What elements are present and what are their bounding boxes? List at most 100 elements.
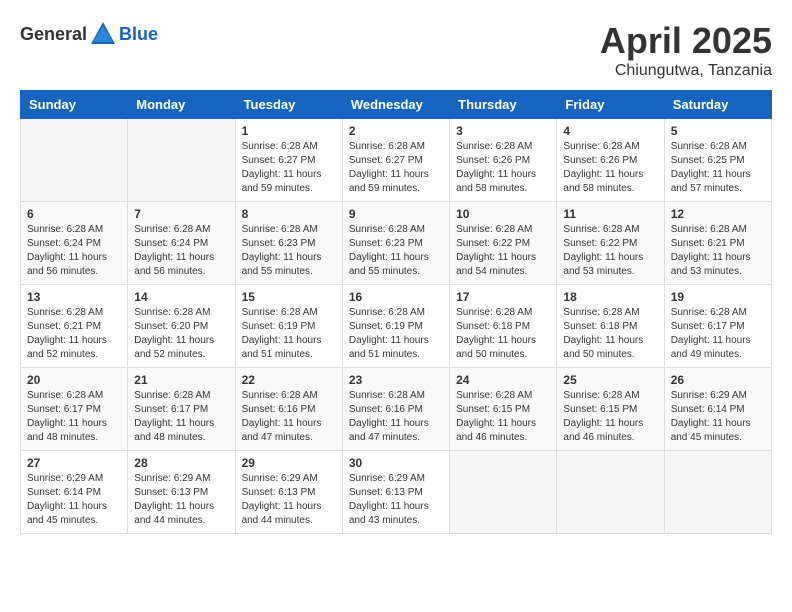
table-row: 11 Sunrise: 6:28 AM Sunset: 6:22 PM Dayli… — [557, 202, 664, 285]
day-info: Sunrise: 6:28 AM Sunset: 6:23 PM Dayligh… — [349, 223, 443, 279]
header-friday: Friday — [557, 91, 664, 119]
day-info: Sunrise: 6:28 AM Sunset: 6:18 PM Dayligh… — [563, 306, 657, 362]
day-number: 13 — [27, 290, 121, 304]
day-info: Sunrise: 6:28 AM Sunset: 6:17 PM Dayligh… — [671, 306, 765, 362]
week-row-1: 6 Sunrise: 6:28 AM Sunset: 6:24 PM Daylig… — [21, 202, 772, 285]
table-row: 16 Sunrise: 6:28 AM Sunset: 6:19 PM Dayli… — [342, 285, 449, 368]
week-row-0: 1Sunrise: 6:28 AM Sunset: 6:27 PM Daylig… — [21, 119, 772, 202]
day-info: Sunrise: 6:29 AM Sunset: 6:14 PM Dayligh… — [27, 472, 121, 528]
table-row — [128, 119, 235, 202]
table-row: 28Sunrise: 6:29 AM Sunset: 6:13 PM Dayli… — [128, 451, 235, 534]
day-number: 15 — [242, 290, 336, 304]
table-row — [664, 451, 771, 534]
table-row — [21, 119, 128, 202]
table-row: 17 Sunrise: 6:28 AM Sunset: 6:18 PM Dayli… — [450, 285, 557, 368]
day-number: 17 — [456, 290, 550, 304]
day-number: 29 — [242, 456, 336, 470]
day-number: 4 — [563, 124, 657, 138]
table-row: 21Sunrise: 6:28 AM Sunset: 6:17 PM Dayli… — [128, 368, 235, 451]
calendar-table: Sunday Monday Tuesday Wednesday Thursday… — [20, 90, 772, 534]
table-row: 9 Sunrise: 6:28 AM Sunset: 6:23 PM Daylig… — [342, 202, 449, 285]
day-number: 14 — [134, 290, 228, 304]
logo: General Blue — [20, 20, 158, 48]
table-row: 14 Sunrise: 6:28 AM Sunset: 6:20 PM Dayli… — [128, 285, 235, 368]
day-number: 24 — [456, 373, 550, 387]
day-info: Sunrise: 6:28 AM Sunset: 6:21 PM Dayligh… — [27, 306, 121, 362]
calendar-title: April 2025 — [600, 20, 772, 62]
day-number: 20 — [27, 373, 121, 387]
header-saturday: Saturday — [664, 91, 771, 119]
table-row: 24 Sunrise: 6:28 AM Sunset: 6:15 PM Dayli… — [450, 368, 557, 451]
day-info: Sunrise: 6:28 AM Sunset: 6:22 PM Dayligh… — [456, 223, 550, 279]
day-number: 2 — [349, 124, 443, 138]
day-info: Sunrise: 6:28 AM Sunset: 6:15 PM Dayligh… — [456, 389, 550, 445]
table-row: 22 Sunrise: 6:28 AM Sunset: 6:16 PM Dayli… — [235, 368, 342, 451]
day-number: 27 — [27, 456, 121, 470]
day-number: 26 — [671, 373, 765, 387]
logo-icon — [89, 20, 117, 48]
table-row: 30 Sunrise: 6:29 AM Sunset: 6:13 PM Dayli… — [342, 451, 449, 534]
day-info: Sunrise: 6:29 AM Sunset: 6:14 PM Dayligh… — [671, 389, 765, 445]
day-number: 30 — [349, 456, 443, 470]
day-info: Sunrise: 6:28 AM Sunset: 6:17 PM Dayligh… — [27, 389, 121, 445]
week-row-2: 13 Sunrise: 6:28 AM Sunset: 6:21 PM Dayli… — [21, 285, 772, 368]
day-number: 5 — [671, 124, 765, 138]
table-row: 20 Sunrise: 6:28 AM Sunset: 6:17 PM Dayli… — [21, 368, 128, 451]
day-info: Sunrise: 6:28 AM Sunset: 6:16 PM Dayligh… — [349, 389, 443, 445]
week-row-4: 27 Sunrise: 6:29 AM Sunset: 6:14 PM Dayli… — [21, 451, 772, 534]
day-info: Sunrise: 6:28 AM Sunset: 6:20 PM Dayligh… — [134, 306, 228, 362]
table-row: 3 Sunrise: 6:28 AM Sunset: 6:26 PM Daylig… — [450, 119, 557, 202]
day-number: 23 — [349, 373, 443, 387]
week-row-3: 20 Sunrise: 6:28 AM Sunset: 6:17 PM Dayli… — [21, 368, 772, 451]
table-row: 10Sunrise: 6:28 AM Sunset: 6:22 PM Dayli… — [450, 202, 557, 285]
table-row: 2Sunrise: 6:28 AM Sunset: 6:27 PM Daylig… — [342, 119, 449, 202]
day-number: 7 — [134, 207, 228, 221]
day-number: 11 — [563, 207, 657, 221]
day-number: 12 — [671, 207, 765, 221]
table-row: 23 Sunrise: 6:28 AM Sunset: 6:16 PM Dayli… — [342, 368, 449, 451]
header-thursday: Thursday — [450, 91, 557, 119]
header-wednesday: Wednesday — [342, 91, 449, 119]
day-info: Sunrise: 6:28 AM Sunset: 6:18 PM Dayligh… — [456, 306, 550, 362]
day-info: Sunrise: 6:28 AM Sunset: 6:26 PM Dayligh… — [456, 140, 550, 196]
table-row: 6 Sunrise: 6:28 AM Sunset: 6:24 PM Daylig… — [21, 202, 128, 285]
day-info: Sunrise: 6:28 AM Sunset: 6:19 PM Dayligh… — [242, 306, 336, 362]
header-tuesday: Tuesday — [235, 91, 342, 119]
header-sunday: Sunday — [21, 91, 128, 119]
logo-blue-text: Blue — [119, 24, 158, 45]
day-info: Sunrise: 6:28 AM Sunset: 6:16 PM Dayligh… — [242, 389, 336, 445]
table-row: 13 Sunrise: 6:28 AM Sunset: 6:21 PM Dayli… — [21, 285, 128, 368]
table-row: 8Sunrise: 6:28 AM Sunset: 6:23 PM Daylig… — [235, 202, 342, 285]
day-number: 22 — [242, 373, 336, 387]
day-number: 6 — [27, 207, 121, 221]
day-info: Sunrise: 6:29 AM Sunset: 6:13 PM Dayligh… — [134, 472, 228, 528]
day-info: Sunrise: 6:28 AM Sunset: 6:24 PM Dayligh… — [134, 223, 228, 279]
table-row: 15 Sunrise: 6:28 AM Sunset: 6:19 PM Dayli… — [235, 285, 342, 368]
day-number: 8 — [242, 207, 336, 221]
table-row: 29 Sunrise: 6:29 AM Sunset: 6:13 PM Dayli… — [235, 451, 342, 534]
table-row: 26 Sunrise: 6:29 AM Sunset: 6:14 PM Dayli… — [664, 368, 771, 451]
day-number: 3 — [456, 124, 550, 138]
day-number: 1 — [242, 124, 336, 138]
table-row — [557, 451, 664, 534]
calendar-header-row: Sunday Monday Tuesday Wednesday Thursday… — [21, 91, 772, 119]
table-row: 7 Sunrise: 6:28 AM Sunset: 6:24 PM Daylig… — [128, 202, 235, 285]
day-number: 9 — [349, 207, 443, 221]
header-monday: Monday — [128, 91, 235, 119]
day-number: 25 — [563, 373, 657, 387]
day-info: Sunrise: 6:28 AM Sunset: 6:19 PM Dayligh… — [349, 306, 443, 362]
day-info: Sunrise: 6:29 AM Sunset: 6:13 PM Dayligh… — [242, 472, 336, 528]
day-info: Sunrise: 6:28 AM Sunset: 6:21 PM Dayligh… — [671, 223, 765, 279]
day-info: Sunrise: 6:28 AM Sunset: 6:24 PM Dayligh… — [27, 223, 121, 279]
day-info: Sunrise: 6:28 AM Sunset: 6:25 PM Dayligh… — [671, 140, 765, 196]
day-info: Sunrise: 6:28 AM Sunset: 6:22 PM Dayligh… — [563, 223, 657, 279]
day-number: 19 — [671, 290, 765, 304]
table-row: 1Sunrise: 6:28 AM Sunset: 6:27 PM Daylig… — [235, 119, 342, 202]
day-info: Sunrise: 6:29 AM Sunset: 6:13 PM Dayligh… — [349, 472, 443, 528]
day-info: Sunrise: 6:28 AM Sunset: 6:17 PM Dayligh… — [134, 389, 228, 445]
page-header: General Blue April 2025 Chiungutwa, Tanz… — [20, 20, 772, 80]
table-row: 27 Sunrise: 6:29 AM Sunset: 6:14 PM Dayli… — [21, 451, 128, 534]
table-row: 12 Sunrise: 6:28 AM Sunset: 6:21 PM Dayli… — [664, 202, 771, 285]
day-number: 16 — [349, 290, 443, 304]
logo-general-text: General — [20, 24, 87, 45]
